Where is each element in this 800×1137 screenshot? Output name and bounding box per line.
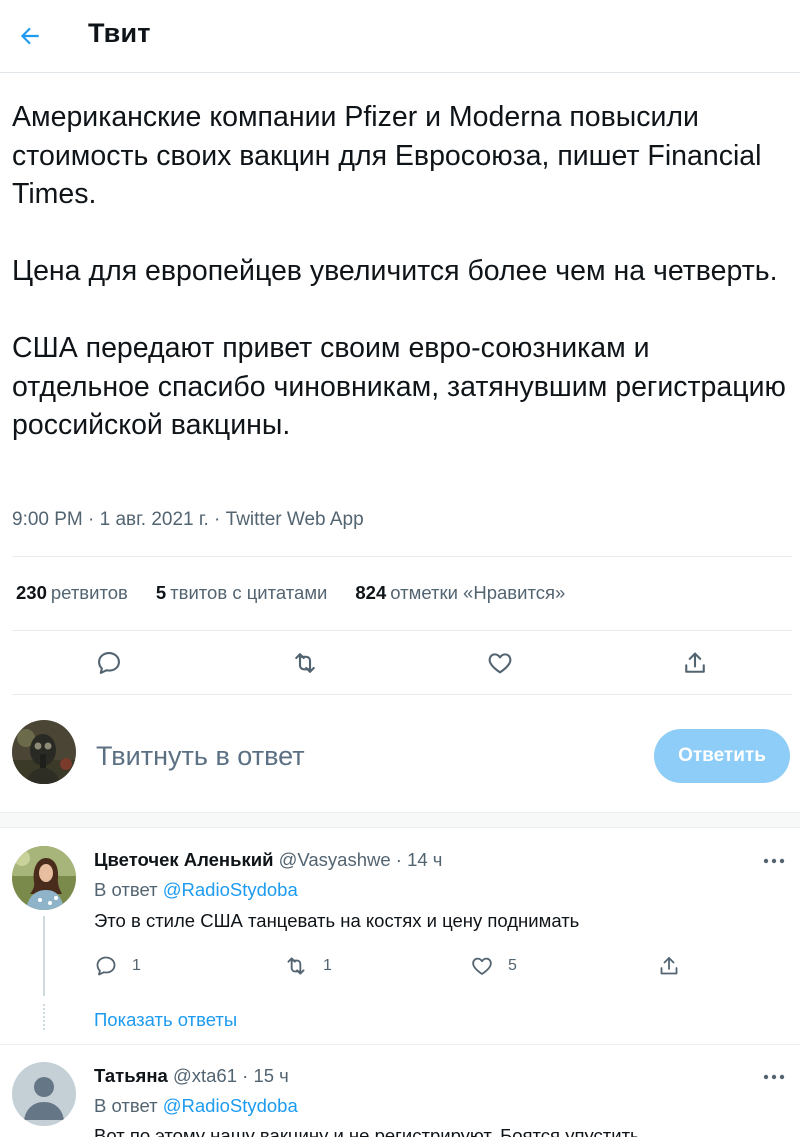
reply-to-label: В ответ [94, 1095, 158, 1116]
reply-to-line: В ответ @RadioStydoba [94, 1095, 298, 1117]
reply-action[interactable]: 1 [94, 951, 141, 981]
divider [12, 630, 792, 631]
back-arrow-icon[interactable] [14, 20, 46, 52]
retweets-label: ретвитов [50, 582, 128, 603]
quotes-label: твитов с цитатами [170, 582, 328, 603]
reply-to-handle-link[interactable]: @RadioStydoba [163, 879, 298, 900]
retweet-action[interactable]: 1 [283, 951, 332, 981]
default-avatar-icon[interactable] [12, 1062, 76, 1126]
reply-submit-button[interactable]: Ответить [654, 729, 790, 783]
tweet-stats: 230 ретвитов 5 твитов с цитатами 824 отметк… [16, 582, 565, 604]
likes-stat[interactable]: 824 отметки «Нравится» [355, 582, 565, 604]
show-replies-link[interactable]: Показать ответы [94, 1009, 237, 1031]
share-icon [660, 957, 678, 975]
share-icon[interactable] [677, 645, 713, 681]
reply-time[interactable]: · 15 ч [242, 1065, 289, 1086]
current-user-avatar[interactable] [12, 720, 76, 784]
like-heart-icon [472, 957, 492, 975]
like-action[interactable]: 5 [470, 951, 517, 981]
thread-dots [43, 1004, 45, 1030]
reply-header: Татьяна @xta61 · 15 ч [94, 1065, 289, 1087]
reply-text: Это в стиле США танцевать на костях и це… [94, 910, 580, 931]
display-name[interactable]: Татьяна [94, 1065, 168, 1086]
tweet-text: Американские компании Pfizer и Moderna п… [12, 98, 792, 445]
reply-icon [96, 956, 116, 976]
reply-text: Вот по этому нашу вакцину и не регистрир… [94, 1125, 640, 1137]
display-name[interactable]: Цветочек Аленький [94, 849, 273, 870]
retweets-stat[interactable]: 230 ретвитов [16, 582, 128, 604]
reply-tweet[interactable]: Цветочек Аленький @Vasyashwe · 14 ч В от… [0, 829, 800, 1044]
quotes-count: 5 [155, 582, 167, 603]
likes-label: отметки «Нравится» [390, 582, 566, 603]
more-options-icon[interactable] [760, 1067, 788, 1087]
retweet-icon[interactable] [287, 645, 323, 681]
tweet-paragraph: Цена для европейцев увеличится более чем… [12, 255, 778, 287]
reply-input[interactable] [96, 736, 636, 776]
section-separator [0, 812, 800, 828]
like-heart-icon[interactable] [482, 645, 518, 681]
avatar[interactable] [12, 846, 76, 910]
reply-to-handle-link[interactable]: @RadioStydoba [163, 1095, 298, 1116]
reply-actions: 1 1 5 [0, 951, 800, 981]
retweet-icon [287, 957, 305, 975]
reply-icon[interactable] [91, 645, 127, 681]
retweets-count: 230 [16, 582, 47, 603]
likes-count: 824 [355, 582, 387, 603]
divider [12, 556, 792, 557]
reply-to-label: В ответ [94, 879, 158, 900]
tweet-actions [0, 645, 800, 681]
reply-time[interactable]: · 14 ч [396, 849, 443, 870]
quotes-stat[interactable]: 5 твитов с цитатами [156, 582, 328, 604]
tweet-timestamp[interactable]: 9:00 PM · 1 авг. 2021 г. · Twitter Web A… [12, 509, 364, 531]
reply-count: 1 [132, 957, 141, 974]
user-handle[interactable]: @xta61 [173, 1065, 237, 1086]
reply-composer: Ответить [0, 700, 800, 812]
reply-header: Цветочек Аленький @Vasyashwe · 14 ч [94, 849, 442, 871]
share-action[interactable] [657, 951, 681, 981]
page-title: Твит [88, 18, 151, 48]
user-handle[interactable]: @Vasyashwe [279, 849, 391, 870]
top-bar: Твит [0, 0, 800, 73]
retweet-count: 1 [323, 957, 332, 974]
tweet-paragraph: Американские компании Pfizer и Moderna п… [12, 101, 762, 210]
more-options-icon[interactable] [760, 851, 788, 871]
reply-tweet[interactable]: Татьяна @xta61 · 15 ч В ответ @RadioStyd… [0, 1045, 800, 1137]
divider [12, 694, 792, 695]
reply-to-line: В ответ @RadioStydoba [94, 879, 298, 901]
tweet-paragraph: США передают привет своим евро-союзникам… [12, 332, 786, 441]
like-count: 5 [508, 957, 517, 974]
